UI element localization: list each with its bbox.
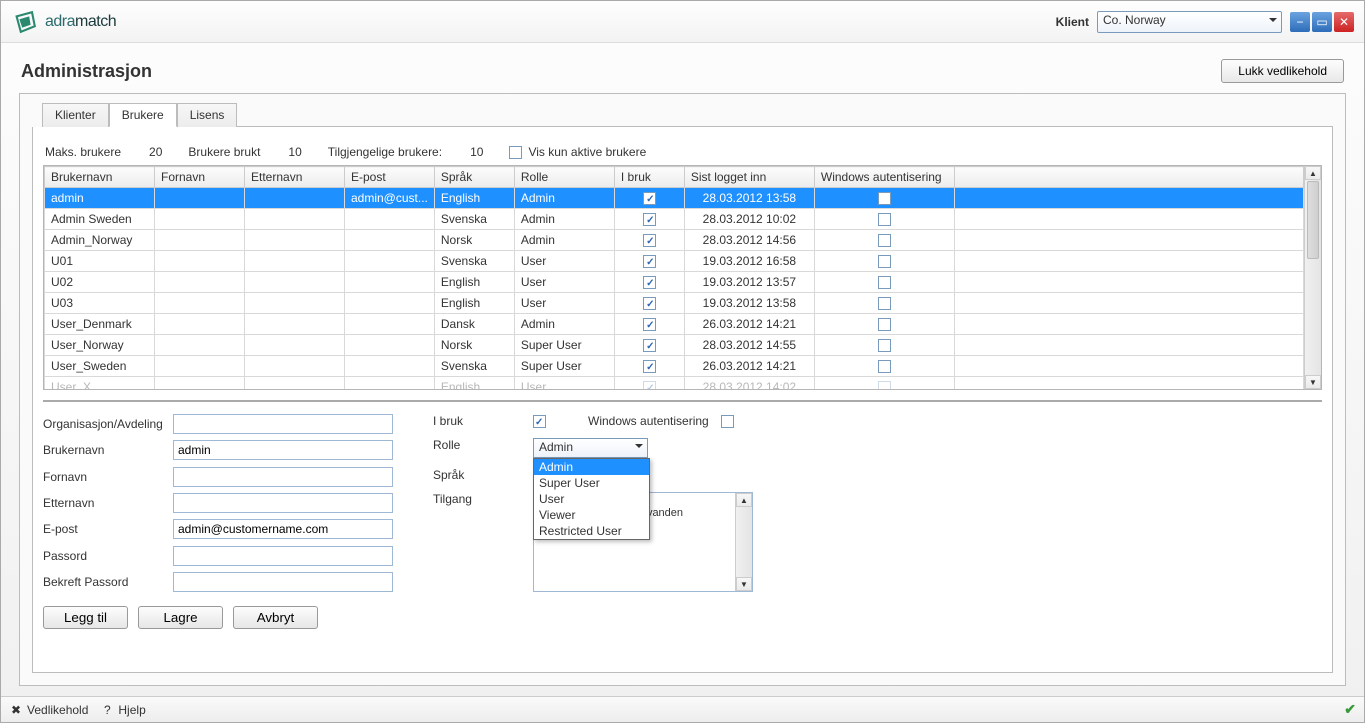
hjelp-link[interactable]: ? Hjelp <box>100 703 145 717</box>
col-brukernavn[interactable]: Brukernavn <box>45 167 155 188</box>
checkbox[interactable] <box>878 318 891 331</box>
tab-brukere[interactable]: Brukere <box>109 103 177 127</box>
scroll-down-icon[interactable]: ▼ <box>736 577 752 591</box>
table-row[interactable]: User_DenmarkDanskAdmin26.03.2012 14:21 <box>45 314 1304 335</box>
checkbox[interactable] <box>878 339 891 352</box>
rolle-option-superuser[interactable]: Super User <box>534 475 649 491</box>
checkbox[interactable] <box>878 381 891 389</box>
checkbox[interactable] <box>643 276 656 289</box>
col-rolle[interactable]: Rolle <box>514 167 614 188</box>
checkbox[interactable] <box>643 192 656 205</box>
checkbox[interactable] <box>878 213 891 226</box>
table-row[interactable]: User_SwedenSvenskaSuper User26.03.2012 1… <box>45 356 1304 377</box>
checkbox[interactable] <box>643 234 656 247</box>
checkbox[interactable] <box>878 297 891 310</box>
lagre-button[interactable]: Lagre <box>138 606 223 629</box>
scroll-down-icon[interactable]: ▼ <box>1305 375 1321 389</box>
rolle-label: Rolle <box>433 438 533 452</box>
close-maintenance-button[interactable]: Lukk vedlikehold <box>1221 59 1344 83</box>
table-row[interactable]: adminadmin@cust...EnglishAdmin28.03.2012… <box>45 188 1304 209</box>
minimize-icon[interactable]: − <box>1290 12 1310 32</box>
legg-til-button[interactable]: Legg til <box>43 606 128 629</box>
rolle-option-viewer[interactable]: Viewer <box>534 507 649 523</box>
org-input[interactable] <box>173 414 393 434</box>
checkbox[interactable] <box>643 318 656 331</box>
checkbox[interactable] <box>643 339 656 352</box>
passord-label: Passord <box>43 549 173 563</box>
checkbox[interactable] <box>643 381 656 389</box>
vedlikehold-link[interactable]: ✖ Vedlikehold <box>9 703 88 717</box>
vis-kun-aktive-label: Vis kun aktive brukere <box>528 145 646 159</box>
col-epost[interactable]: E-post <box>345 167 435 188</box>
checkbox[interactable] <box>878 234 891 247</box>
passord-input[interactable] <box>173 546 393 566</box>
checkbox[interactable] <box>643 213 656 226</box>
tab-klienter[interactable]: Klienter <box>42 103 109 127</box>
rolle-option-admin[interactable]: Admin <box>534 459 649 475</box>
page-title: Administrasjon <box>21 61 152 82</box>
tilgj-brukere-label: Tilgjengelige brukere:10 <box>328 145 484 159</box>
tab-lisens[interactable]: Lisens <box>177 103 238 127</box>
etternavn-input[interactable] <box>173 493 393 513</box>
col-win-auth[interactable]: Windows autentisering <box>814 167 954 188</box>
epost-input[interactable] <box>173 519 393 539</box>
table-row[interactable]: User_NorwayNorskSuper User28.03.2012 14:… <box>45 335 1304 356</box>
rolle-dropdown: Admin Super User User Viewer Restricted … <box>533 458 650 540</box>
col-sprak[interactable]: Språk <box>434 167 514 188</box>
close-icon[interactable]: ✕ <box>1334 12 1354 32</box>
status-ok-icon: ✔ <box>1344 701 1356 718</box>
users-table: Brukernavn Fornavn Etternavn E-post Språ… <box>44 166 1304 389</box>
checkbox[interactable] <box>643 255 656 268</box>
klient-label: Klient <box>1056 15 1089 29</box>
brukernavn-input[interactable] <box>173 440 393 460</box>
vis-kun-aktive-checkbox[interactable] <box>509 146 522 159</box>
winauth-label: Windows autentisering <box>588 414 709 428</box>
scroll-up-icon[interactable]: ▲ <box>1305 166 1321 180</box>
bekreft-input[interactable] <box>173 572 393 592</box>
klient-select[interactable]: Co. Norway <box>1097 11 1282 33</box>
ibruk-label: I bruk <box>433 414 533 428</box>
checkbox[interactable] <box>878 192 891 205</box>
rolle-select[interactable]: Admin Admin Super User User Viewer Restr… <box>533 438 648 458</box>
sprak-label: Språk <box>433 468 533 482</box>
scroll-up-icon[interactable]: ▲ <box>736 493 752 507</box>
checkbox[interactable] <box>643 297 656 310</box>
tree-scrollbar[interactable]: ▲ ▼ <box>735 493 752 591</box>
scroll-thumb[interactable] <box>1307 181 1319 259</box>
col-ibruk[interactable]: I bruk <box>614 167 684 188</box>
table-row[interactable]: User_XEnglishUser28.03.2012 14:02 <box>45 377 1304 390</box>
rolle-option-user[interactable]: User <box>534 491 649 507</box>
fornavn-label: Fornavn <box>43 470 173 484</box>
bekreft-label: Bekreft Passord <box>43 575 173 589</box>
tilgang-label: Tilgang <box>433 492 533 506</box>
ibruk-checkbox[interactable] <box>533 415 546 428</box>
brukernavn-label: Brukernavn <box>43 443 173 457</box>
grid-scrollbar[interactable]: ▲ ▼ <box>1304 166 1321 389</box>
avbryt-button[interactable]: Avbryt <box>233 606 318 629</box>
wrench-icon: ✖ <box>9 703 23 717</box>
table-row[interactable]: Admin SwedenSvenskaAdmin28.03.2012 10:02 <box>45 209 1304 230</box>
checkbox[interactable] <box>878 255 891 268</box>
checkbox[interactable] <box>643 360 656 373</box>
brukere-brukt-label: Brukere brukt10 <box>188 145 301 159</box>
table-row[interactable]: U01SvenskaUser19.03.2012 16:58 <box>45 251 1304 272</box>
col-sist-logget[interactable]: Sist logget inn <box>684 167 814 188</box>
col-etternavn[interactable]: Etternavn <box>245 167 345 188</box>
table-row[interactable]: U02EnglishUser19.03.2012 13:57 <box>45 272 1304 293</box>
app-logo: adramatch <box>11 8 116 36</box>
table-row[interactable]: Admin_NorwayNorskAdmin28.03.2012 14:56 <box>45 230 1304 251</box>
epost-label: E-post <box>43 522 173 536</box>
checkbox[interactable] <box>878 360 891 373</box>
maximize-icon[interactable]: ▭ <box>1312 12 1332 32</box>
fornavn-input[interactable] <box>173 467 393 487</box>
etternavn-label: Etternavn <box>43 496 173 510</box>
org-label: Organisasjon/Avdeling <box>43 417 173 431</box>
table-row[interactable]: U03EnglishUser19.03.2012 13:58 <box>45 293 1304 314</box>
help-icon: ? <box>100 703 114 717</box>
rolle-option-restricted[interactable]: Restricted User <box>534 523 649 539</box>
checkbox[interactable] <box>878 276 891 289</box>
winauth-checkbox[interactable] <box>721 415 734 428</box>
maks-brukere-label: Maks. brukere20 <box>45 145 162 159</box>
col-fornavn[interactable]: Fornavn <box>155 167 245 188</box>
